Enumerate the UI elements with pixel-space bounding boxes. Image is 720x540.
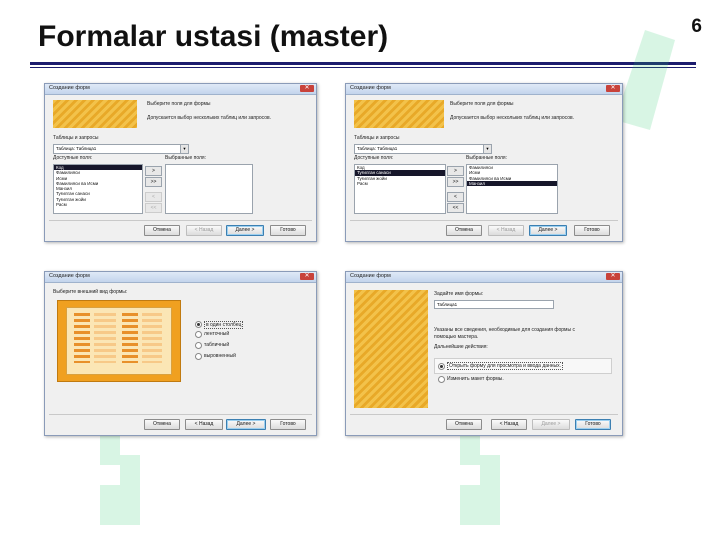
wizard-window-fields-empty: Создание форм ✕ Выберите поля для формы …: [44, 83, 317, 242]
selected-fields-label: Выбранные поля:: [165, 155, 207, 161]
window-titlebar: Создание форм ✕: [45, 272, 316, 283]
finish-button[interactable]: Готово: [575, 419, 611, 430]
back-button[interactable]: < Назад: [186, 225, 222, 236]
footer-divider: [350, 414, 618, 415]
cancel-button[interactable]: Отмена: [446, 419, 482, 430]
selected-fields-list[interactable]: Фамилияси Исми Фамилияси ва Исми Манзил: [466, 164, 558, 214]
slide-title: Formalar ustasi (master): [38, 20, 389, 53]
chevron-down-icon[interactable]: ▼: [483, 145, 491, 153]
chevron-down-icon[interactable]: ▼: [180, 145, 188, 153]
move-one-button[interactable]: >: [145, 166, 162, 176]
radio-open-form[interactable]: [438, 363, 445, 370]
finish-button[interactable]: Готово: [574, 225, 610, 236]
move-one-button[interactable]: >: [447, 166, 464, 176]
cancel-button[interactable]: Отмена: [144, 225, 180, 236]
list-item[interactable]: Расм: [355, 181, 445, 186]
radio-justified-label[interactable]: выровненный: [204, 353, 236, 359]
wizard-finish-image: [354, 290, 428, 408]
next-action-label: Дальнейшие действия:: [434, 344, 488, 350]
info-line-1: Указаны все сведения, необходимые для со…: [434, 327, 575, 333]
available-fields-label: Доступные поля:: [53, 155, 93, 161]
radio-datasheet-label[interactable]: табличный: [204, 342, 229, 348]
radio-open-form-label[interactable]: Открыть форму для просмотра и ввода данн…: [447, 362, 564, 370]
selected-fields-list[interactable]: [165, 164, 253, 214]
tables-combo-value: Таблица: Таблица1: [357, 146, 398, 151]
tables-combo[interactable]: Таблица: Таблица1 ▼: [53, 144, 189, 154]
back-button[interactable]: < Назад: [185, 419, 223, 430]
wizard-preview-image: [354, 100, 444, 128]
available-fields-list[interactable]: Код Фамилияси Исми Фамилияси ва Исми Ман…: [53, 164, 143, 214]
selected-fields-label: Выбранные поля:: [466, 155, 508, 161]
move-all-button[interactable]: >>: [145, 177, 162, 187]
wizard-preview-image: [53, 100, 137, 128]
back-button[interactable]: < Назад: [488, 225, 524, 236]
radio-tabular-ribbon-label[interactable]: ленточный: [204, 331, 229, 337]
form-name-field[interactable]: Таблица1: [434, 300, 554, 309]
radio-justified[interactable]: [195, 353, 202, 360]
tables-combo-value: Таблица: Таблица1: [56, 146, 97, 151]
remove-all-button[interactable]: <<: [447, 203, 464, 213]
back-button[interactable]: < Назад: [491, 419, 527, 430]
radio-tabular-ribbon[interactable]: [195, 331, 202, 338]
next-button[interactable]: Далее >: [226, 419, 266, 430]
finish-button[interactable]: Готово: [270, 419, 306, 430]
radio-columnar-label[interactable]: в один столбец: [204, 321, 244, 329]
radio-modify-layout-label[interactable]: Изменить макет формы.: [447, 376, 504, 382]
remove-one-button[interactable]: <: [447, 192, 464, 202]
finish-button[interactable]: Готово: [270, 225, 306, 236]
radio-datasheet[interactable]: [195, 342, 202, 349]
close-icon[interactable]: ✕: [606, 273, 620, 280]
layout-preview: [57, 300, 181, 382]
close-icon[interactable]: ✕: [606, 85, 620, 92]
available-fields-label: Доступные поля:: [354, 155, 394, 161]
close-icon[interactable]: ✕: [300, 85, 314, 92]
tables-label: Таблицы и запросы: [354, 135, 400, 141]
step-hint: Допускается выбор нескольких таблиц или …: [147, 115, 272, 121]
step-hint: Допускается выбор нескольких таблиц или …: [450, 115, 575, 121]
window-title: Создание форм: [350, 85, 391, 91]
next-button[interactable]: Далее >: [532, 419, 570, 430]
window-titlebar: Создание форм ✕: [346, 272, 622, 283]
title-rule: [30, 62, 696, 65]
list-item[interactable]: Манзил: [467, 180, 557, 187]
window-titlebar: Создание форм ✕: [346, 84, 622, 95]
available-fields-list[interactable]: Код Туғилган санаси Туғилган жойи Расм: [354, 164, 446, 214]
radio-columnar[interactable]: [195, 321, 202, 328]
next-button[interactable]: Далее >: [226, 225, 264, 236]
title-rule-thin: [30, 67, 696, 68]
footer-divider: [49, 220, 312, 221]
remove-all-button[interactable]: <<: [145, 203, 162, 213]
window-title: Создание форм: [350, 273, 391, 279]
window-title: Создание форм: [49, 273, 90, 279]
tables-combo[interactable]: Таблица: Таблица1 ▼: [354, 144, 492, 154]
tables-label: Таблицы и запросы: [53, 135, 99, 141]
cancel-button[interactable]: Отмена: [144, 419, 180, 430]
slide-number: 6: [691, 16, 702, 37]
window-title: Создание форм: [49, 85, 90, 91]
step-heading: Выберите поля для формы: [147, 101, 211, 107]
next-button[interactable]: Далее >: [529, 225, 567, 236]
list-item[interactable]: Расм: [54, 202, 142, 207]
form-name-prompt: Задайте имя формы:: [434, 291, 484, 297]
wizard-window-fields-selected: Создание форм ✕ Выберите поля для формы …: [345, 83, 623, 242]
remove-one-button[interactable]: <: [145, 192, 162, 202]
move-all-button[interactable]: >>: [447, 177, 464, 187]
window-titlebar: Создание форм ✕: [45, 84, 316, 95]
wizard-window-layout: Создание форм ✕ Выберите внешний вид фор…: [44, 271, 317, 436]
close-icon[interactable]: ✕: [300, 273, 314, 280]
step-heading: Выберите поля для формы: [450, 101, 514, 107]
step-heading: Выберите внешний вид формы:: [53, 289, 128, 295]
radio-modify-layout[interactable]: [438, 376, 445, 383]
info-line-2: помощью мастера.: [434, 334, 479, 340]
footer-divider: [49, 414, 312, 415]
cancel-button[interactable]: Отмена: [446, 225, 482, 236]
wizard-window-finish: Создание форм ✕ Задайте имя формы: Табли…: [345, 271, 623, 436]
footer-divider: [350, 220, 618, 221]
